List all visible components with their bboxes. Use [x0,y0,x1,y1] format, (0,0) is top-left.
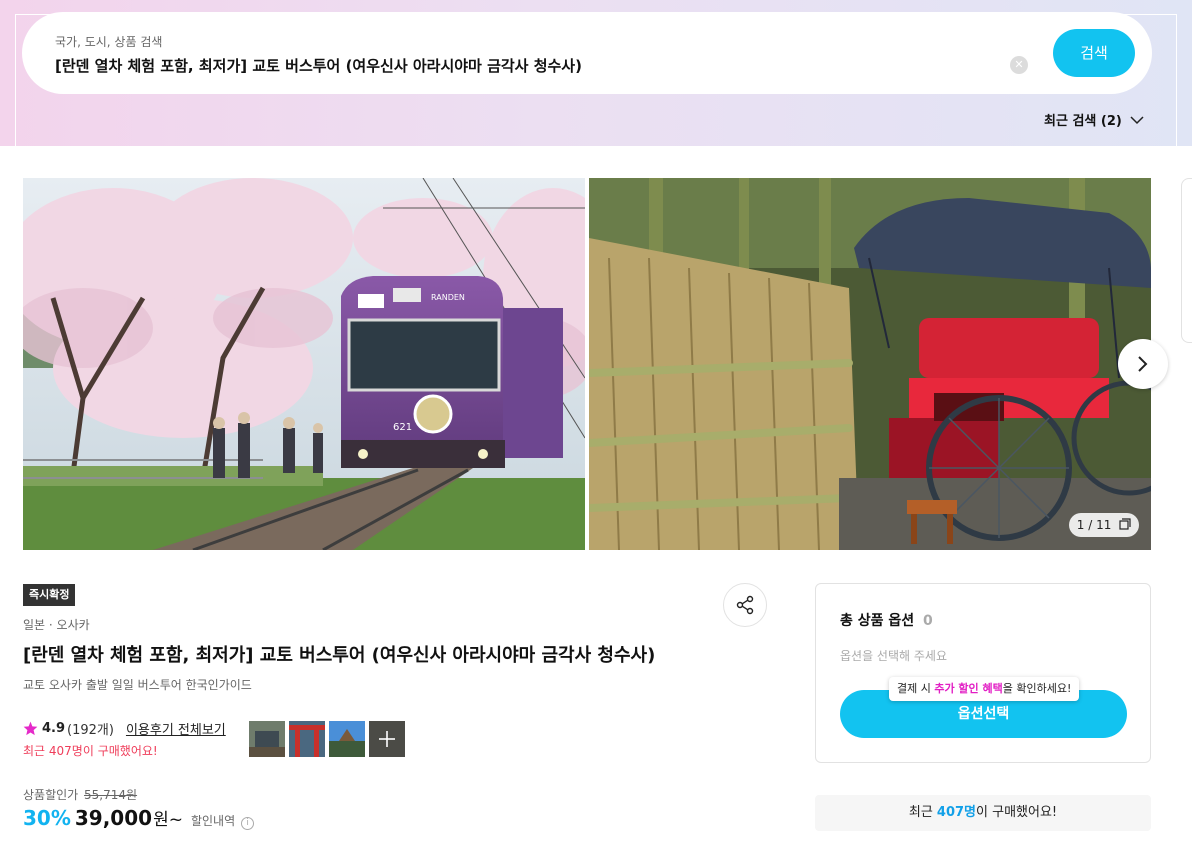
product-location: 일본 · 오사카 [23,618,90,632]
rating-score: 4.9 [42,721,66,736]
search-box[interactable]: 국가, 도시, 상품 검색 [란덴 열차 체험 포함, 최저가] 교토 버스투어… [22,12,1152,94]
photo-counter-text: 1 / 11 [1076,518,1112,532]
instant-confirm-badge: 즉시확정 [23,584,76,606]
price-label-row: 상품할인가 55,714원 [23,786,137,803]
recent-purchase-text: 최근 407명이 구매했어요! [23,744,158,758]
share-button[interactable] [723,583,767,627]
info-icon[interactable]: i [241,817,255,830]
price-row: 30% 39,000 원~ 할인내역 i [23,805,255,830]
chevron-down-icon [1130,114,1144,129]
search-band: 국가, 도시, 상품 검색 [란덴 열차 체험 포함, 최저가] 교토 버스투어… [0,0,1192,146]
tooltip-pre: 결제 시 [897,682,935,695]
recent-bar-count: 407명 [936,805,977,820]
clear-icon[interactable]: ✕ [1010,56,1028,74]
gallery-photo-rickshaw[interactable] [589,178,1151,550]
option-title: 총 상품 옵션 0 [840,610,933,630]
review-thumbnail-more[interactable] [369,721,405,757]
train-sign: RANDEN [431,293,465,302]
review-thumbnail[interactable] [289,721,325,757]
review-thumbnail[interactable] [249,721,285,757]
tooltip-highlight: 추가 할인 혜택 [934,682,1003,695]
product-subtitle: 교토 오사카 출발 일일 버스투어 한국인가이드 [23,678,252,692]
sale-price: 39,000 [74,806,153,830]
tooltip-post: 을 확인하세요! [1002,682,1072,695]
option-placeholder: 옵션을 선택해 주세요 [840,649,947,663]
recent-search-toggle[interactable]: 최근 검색 (2) [1044,110,1144,129]
option-count: 0 [923,613,933,629]
next-photo-button[interactable] [1118,339,1168,389]
side-panel-peek [1181,178,1192,343]
discount-percent: 30% [23,806,71,830]
price-label: 상품할인가 [23,788,79,802]
share-icon [736,595,754,615]
review-thumbnails [249,721,409,757]
train-number: 621 [393,422,412,433]
recent-search-label: 최근 검색 (2) [1044,114,1122,129]
chevron-right-icon [1138,356,1148,372]
gallery-photo-train[interactable]: RANDEN 621 [23,178,585,550]
product-title: [란덴 열차 체험 포함, 최저가] 교토 버스투어 (여우신사 아라시야마 금… [23,645,656,666]
discount-detail-link[interactable]: 할인내역 [191,812,235,829]
recent-bar-post: 이 구매했어요! [976,805,1058,820]
recent-bar-pre: 최근 [908,805,937,820]
photo-counter[interactable]: 1 / 11 [1069,513,1139,537]
search-input[interactable]: [란덴 열차 체험 포함, 최저가] 교토 버스투어 (여우신사 아라시야마 금… [55,55,582,76]
option-card: 총 상품 옵션 0 옵션을 선택해 주세요 옵션선택 결제 시 추가 할인 혜택… [815,583,1151,763]
all-reviews-link[interactable]: 이용후기 전체보기 [126,719,226,738]
option-title-label: 총 상품 옵션 [840,613,915,629]
search-label: 국가, 도시, 상품 검색 [55,35,163,49]
review-thumbnail[interactable] [329,721,365,757]
review-count: (192개) [67,723,114,738]
original-price: 55,714원 [84,788,138,802]
rating-row: 4.9 (192개) 이용후기 전체보기 [23,719,226,738]
recent-purchase-bar: 최근 407명이 구매했어요! [815,795,1151,831]
search-button[interactable]: 검색 [1053,29,1135,77]
discount-tooltip: 결제 시 추가 할인 혜택을 확인하세요! [889,677,1080,701]
gallery-icon [1119,514,1131,538]
price-unit: 원~ [153,810,183,830]
star-icon [23,721,38,736]
